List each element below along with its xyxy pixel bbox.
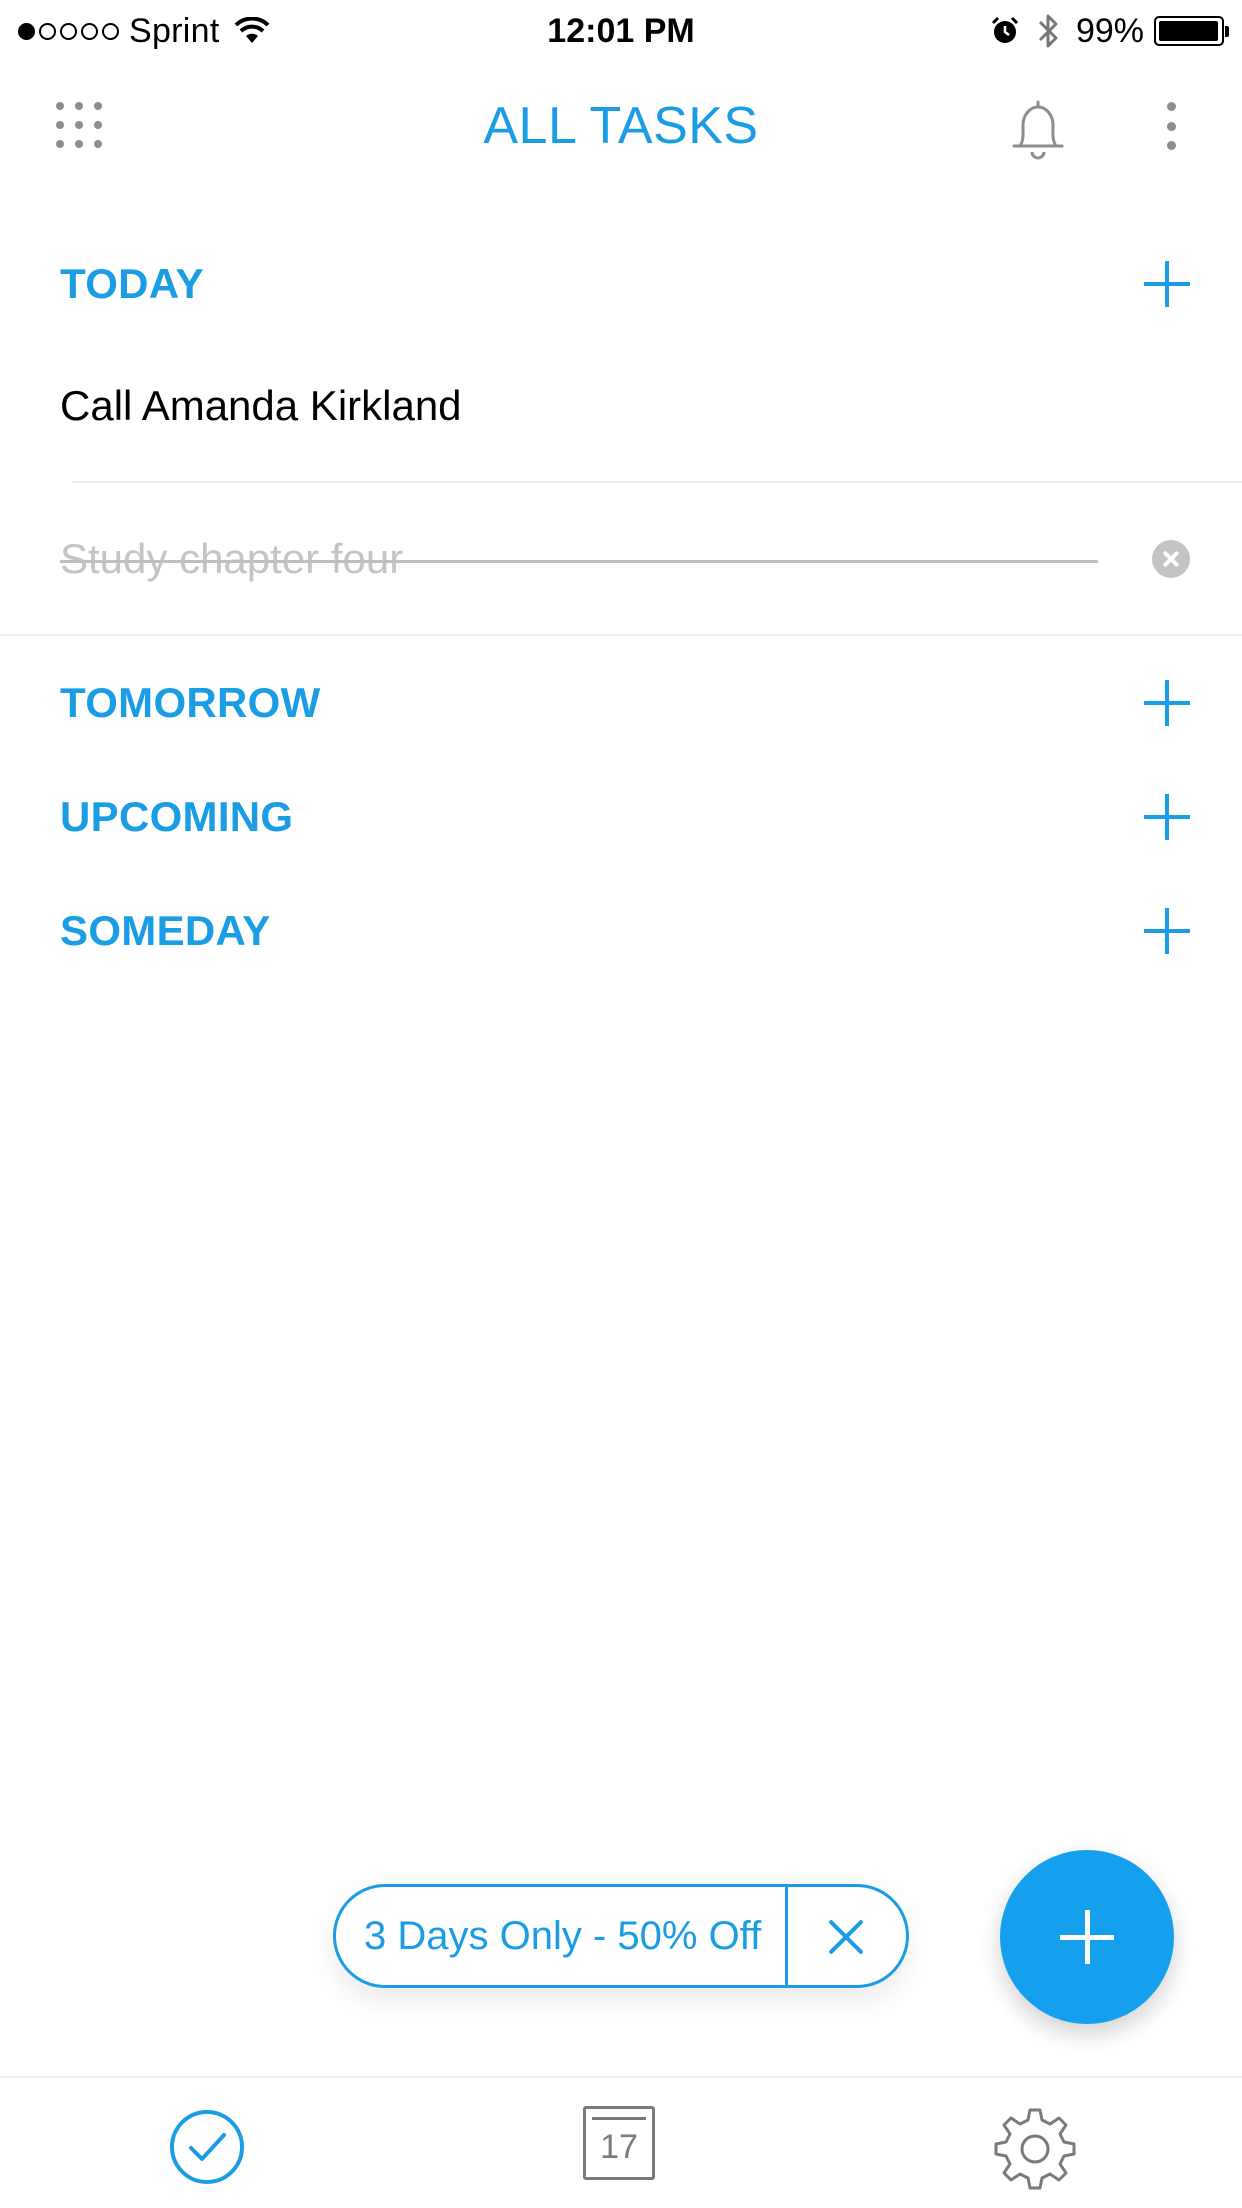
section-title-today: TODAY <box>60 260 204 307</box>
add-tomorrow-button[interactable] <box>1144 680 1190 726</box>
clear-icon[interactable] <box>1152 540 1190 578</box>
add-upcoming-button[interactable] <box>1144 794 1190 840</box>
task-row-completed[interactable]: Study chapter four <box>0 500 1242 630</box>
check-circle-icon[interactable] <box>162 2102 252 2192</box>
close-icon[interactable] <box>788 1887 906 1985</box>
promo-banner[interactable]: 3 Days Only - 50% Off <box>333 1884 909 1988</box>
section-title-someday: SOMEDAY <box>60 907 271 954</box>
add-task-fab[interactable] <box>1000 1850 1174 2024</box>
section-someday: SOMEDAY <box>60 896 1190 966</box>
task-divider <box>72 481 1242 483</box>
gear-icon[interactable] <box>990 2102 1080 2192</box>
battery-icon <box>1154 16 1229 46</box>
status-right: 99% <box>990 10 1229 52</box>
section-tomorrow: TOMORROW <box>60 668 1190 738</box>
app-header: ALL TASKS <box>0 62 1242 192</box>
alarm-clock-icon <box>991 16 1018 43</box>
status-bar: Sprint 12:01 PM 99% <box>0 0 1242 62</box>
task-row[interactable]: Call Amanda Kirkland <box>0 376 1242 481</box>
add-today-button[interactable] <box>1144 261 1190 307</box>
task-text-completed: Study chapter four <box>60 535 404 582</box>
bottom-tab-bar: 17 <box>0 2076 1242 2208</box>
battery-percent: 99% <box>1075 11 1144 50</box>
section-divider <box>0 634 1242 636</box>
section-title-tomorrow: TOMORROW <box>60 679 321 726</box>
calendar-day: 17 <box>600 2128 638 2166</box>
section-today: TODAY <box>60 249 1190 319</box>
promo-text[interactable]: 3 Days Only - 50% Off <box>336 1887 788 1985</box>
strikethrough-line <box>60 560 1098 563</box>
bell-icon[interactable] <box>1010 98 1066 160</box>
calendar-icon[interactable]: 17 <box>576 2102 666 2192</box>
task-text: Call Amanda Kirkland <box>60 382 462 429</box>
more-vertical-icon[interactable] <box>1164 102 1178 150</box>
add-someday-button[interactable] <box>1144 908 1190 954</box>
section-upcoming: UPCOMING <box>60 782 1190 852</box>
bluetooth-icon <box>1038 14 1058 48</box>
section-title-upcoming: UPCOMING <box>60 793 294 840</box>
